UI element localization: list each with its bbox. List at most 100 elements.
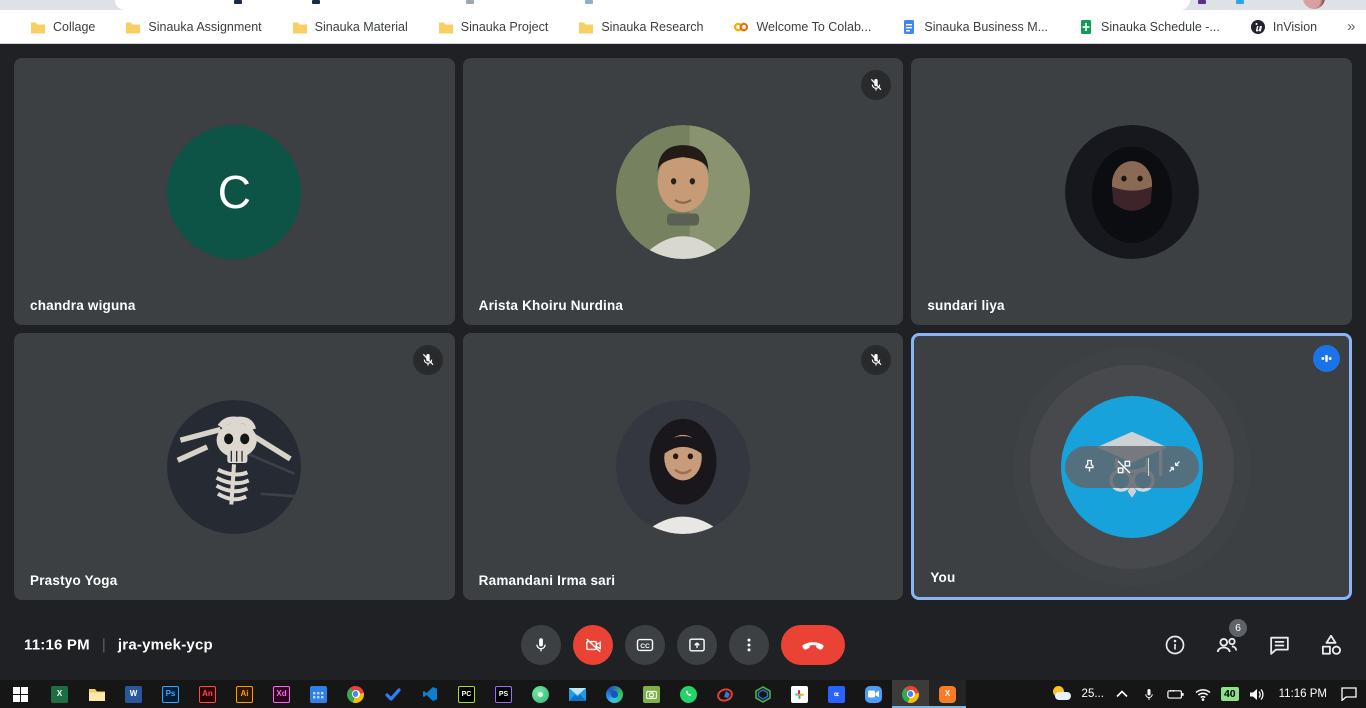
participant-tile-sundari[interactable]: sundari liya [911, 58, 1352, 325]
wifi-icon[interactable] [1194, 685, 1212, 703]
address-bar[interactable] [115, 0, 1190, 10]
bookmark-colab[interactable]: Welcome To Colab... [733, 19, 871, 35]
bookmark-sinauka-material[interactable]: Sinauka Material [292, 19, 408, 35]
windows-taskbar: X W Ps An Ai Xd PC PS ∝ [0, 680, 1366, 708]
taskbar-video-app[interactable] [855, 680, 892, 708]
taskbar-todo-check[interactable] [374, 680, 411, 708]
start-button[interactable] [0, 680, 41, 708]
google-meet-stage: C chandra wiguna [0, 45, 1366, 680]
audio-level-icon [1313, 345, 1340, 372]
camera-off-button[interactable] [573, 625, 613, 665]
taskbar-animate[interactable]: An [189, 680, 226, 708]
bookmark-collage[interactable]: Collage [30, 19, 95, 35]
taskbar-mail[interactable] [559, 680, 596, 708]
avatar-initial: C [167, 125, 301, 259]
participants-grid: C chandra wiguna [14, 58, 1352, 600]
taskbar-draw-tool[interactable] [707, 680, 744, 708]
captions-button[interactable]: CC [625, 625, 665, 665]
folder-icon [438, 19, 454, 35]
participant-tile-ramandani[interactable]: Ramandani Irma sari [463, 333, 904, 600]
taskbar-calendar[interactable] [300, 680, 337, 708]
extension-icon[interactable] [234, 0, 242, 4]
pin-icon[interactable] [1079, 457, 1099, 477]
taskbar-hexagon-app[interactable] [744, 680, 781, 708]
taskbar-slack[interactable] [781, 680, 818, 708]
bookmark-sinauka-business[interactable]: Sinauka Business M... [901, 19, 1048, 35]
google-sheets-icon [1078, 19, 1094, 35]
mic-off-icon [861, 345, 891, 375]
bookmark-sinauka-project[interactable]: Sinauka Project [438, 19, 549, 35]
participant-tile-chandra[interactable]: C chandra wiguna [14, 58, 455, 325]
taskbar-phpstorm[interactable]: PS [485, 680, 522, 708]
bookmark-sinauka-schedule[interactable]: Sinauka Schedule -... [1078, 19, 1220, 35]
mic-button[interactable] [521, 625, 561, 665]
taskbar-clock[interactable]: 11:16 PM [1275, 688, 1331, 700]
taskbar-illustrator[interactable]: Ai [226, 680, 263, 708]
battery-plug-icon[interactable] [1167, 685, 1185, 703]
extension-icon[interactable] [466, 0, 474, 4]
taskbar-word[interactable]: W [115, 680, 152, 708]
taskbar-whatsapp[interactable] [670, 680, 707, 708]
taskbar-vscode[interactable] [411, 680, 448, 708]
participant-tile-prastyo[interactable]: Prastyo Yoga [14, 333, 455, 600]
bookmarks-overflow-chevron[interactable]: » [1347, 18, 1355, 35]
chat-button[interactable] [1266, 632, 1292, 658]
participant-tile-arista[interactable]: Arista Khoiru Nurdina [463, 58, 904, 325]
taskbar-chrome[interactable] [337, 680, 374, 708]
weather-icon[interactable] [1051, 685, 1073, 703]
taskbar-alpha-app[interactable]: ∝ [818, 680, 855, 708]
taskbar-android[interactable] [522, 680, 559, 708]
info-divider: | [102, 637, 106, 654]
participant-name: Arista Khoiru Nurdina [479, 298, 623, 313]
colab-icon [733, 19, 749, 35]
extension-icon[interactable] [585, 0, 593, 4]
tile-hover-actions [1065, 446, 1199, 488]
taskbar-xampp[interactable]: X [929, 680, 966, 708]
google-docs-icon [901, 19, 917, 35]
battery-percent-badge[interactable]: 40 [1221, 687, 1239, 701]
bookmark-sinauka-assignment[interactable]: Sinauka Assignment [125, 19, 261, 35]
bookmarks-bar: Collage Sinauka Assignment Sinauka Mater… [0, 10, 1366, 44]
chevron-up-icon[interactable] [1113, 685, 1131, 703]
taskbar-photoshop[interactable]: Ps [152, 680, 189, 708]
present-button[interactable] [677, 625, 717, 665]
participant-name: Ramandani Irma sari [479, 573, 616, 588]
action-center-icon[interactable] [1340, 685, 1358, 703]
taskbar-screen-recorder[interactable] [633, 680, 670, 708]
minimize-icon[interactable] [1164, 457, 1184, 477]
call-controls: CC [521, 625, 845, 665]
bookmark-sinauka-research[interactable]: Sinauka Research [578, 19, 703, 35]
pill-divider [1148, 458, 1149, 476]
participant-tile-you[interactable]: You [911, 333, 1352, 600]
taskbar-file-explorer[interactable] [78, 680, 115, 708]
activities-button[interactable] [1318, 632, 1344, 658]
tray-temperature[interactable]: 25... [1082, 688, 1104, 700]
end-call-button[interactable] [781, 625, 845, 665]
taskbar-adobe-xd[interactable]: Xd [263, 680, 300, 708]
extension-icon[interactable] [1236, 0, 1244, 4]
svg-text:CC: CC [640, 643, 650, 650]
extension-icon[interactable] [312, 0, 320, 4]
avatar-photo-skeleton [167, 400, 301, 534]
avatar-photo [1065, 125, 1199, 259]
mic-off-icon [861, 70, 891, 100]
remove-tile-icon[interactable] [1114, 457, 1134, 477]
taskbar-edge[interactable] [596, 680, 633, 708]
folder-icon [125, 19, 141, 35]
taskbar-chrome-active[interactable] [892, 680, 929, 708]
avatar-photo [616, 125, 750, 259]
participants-button[interactable]: 6 [1214, 632, 1240, 658]
more-options-button[interactable] [729, 625, 769, 665]
meeting-code: jra-ymek-ycp [118, 637, 213, 654]
system-tray: 25... 40 11:16 PM [1051, 680, 1366, 708]
participant-name: chandra wiguna [30, 298, 136, 313]
meeting-details-icon[interactable] [1162, 632, 1188, 658]
taskbar-excel[interactable]: X [41, 680, 78, 708]
speaker-icon[interactable] [1248, 685, 1266, 703]
participant-count-badge: 6 [1229, 619, 1247, 637]
bookmark-invision[interactable]: InVision [1250, 19, 1317, 35]
browser-profile-avatar[interactable] [1303, 0, 1325, 9]
extension-icon[interactable] [1198, 0, 1206, 4]
tray-mic-icon[interactable] [1140, 685, 1158, 703]
taskbar-pycharm[interactable]: PC [448, 680, 485, 708]
